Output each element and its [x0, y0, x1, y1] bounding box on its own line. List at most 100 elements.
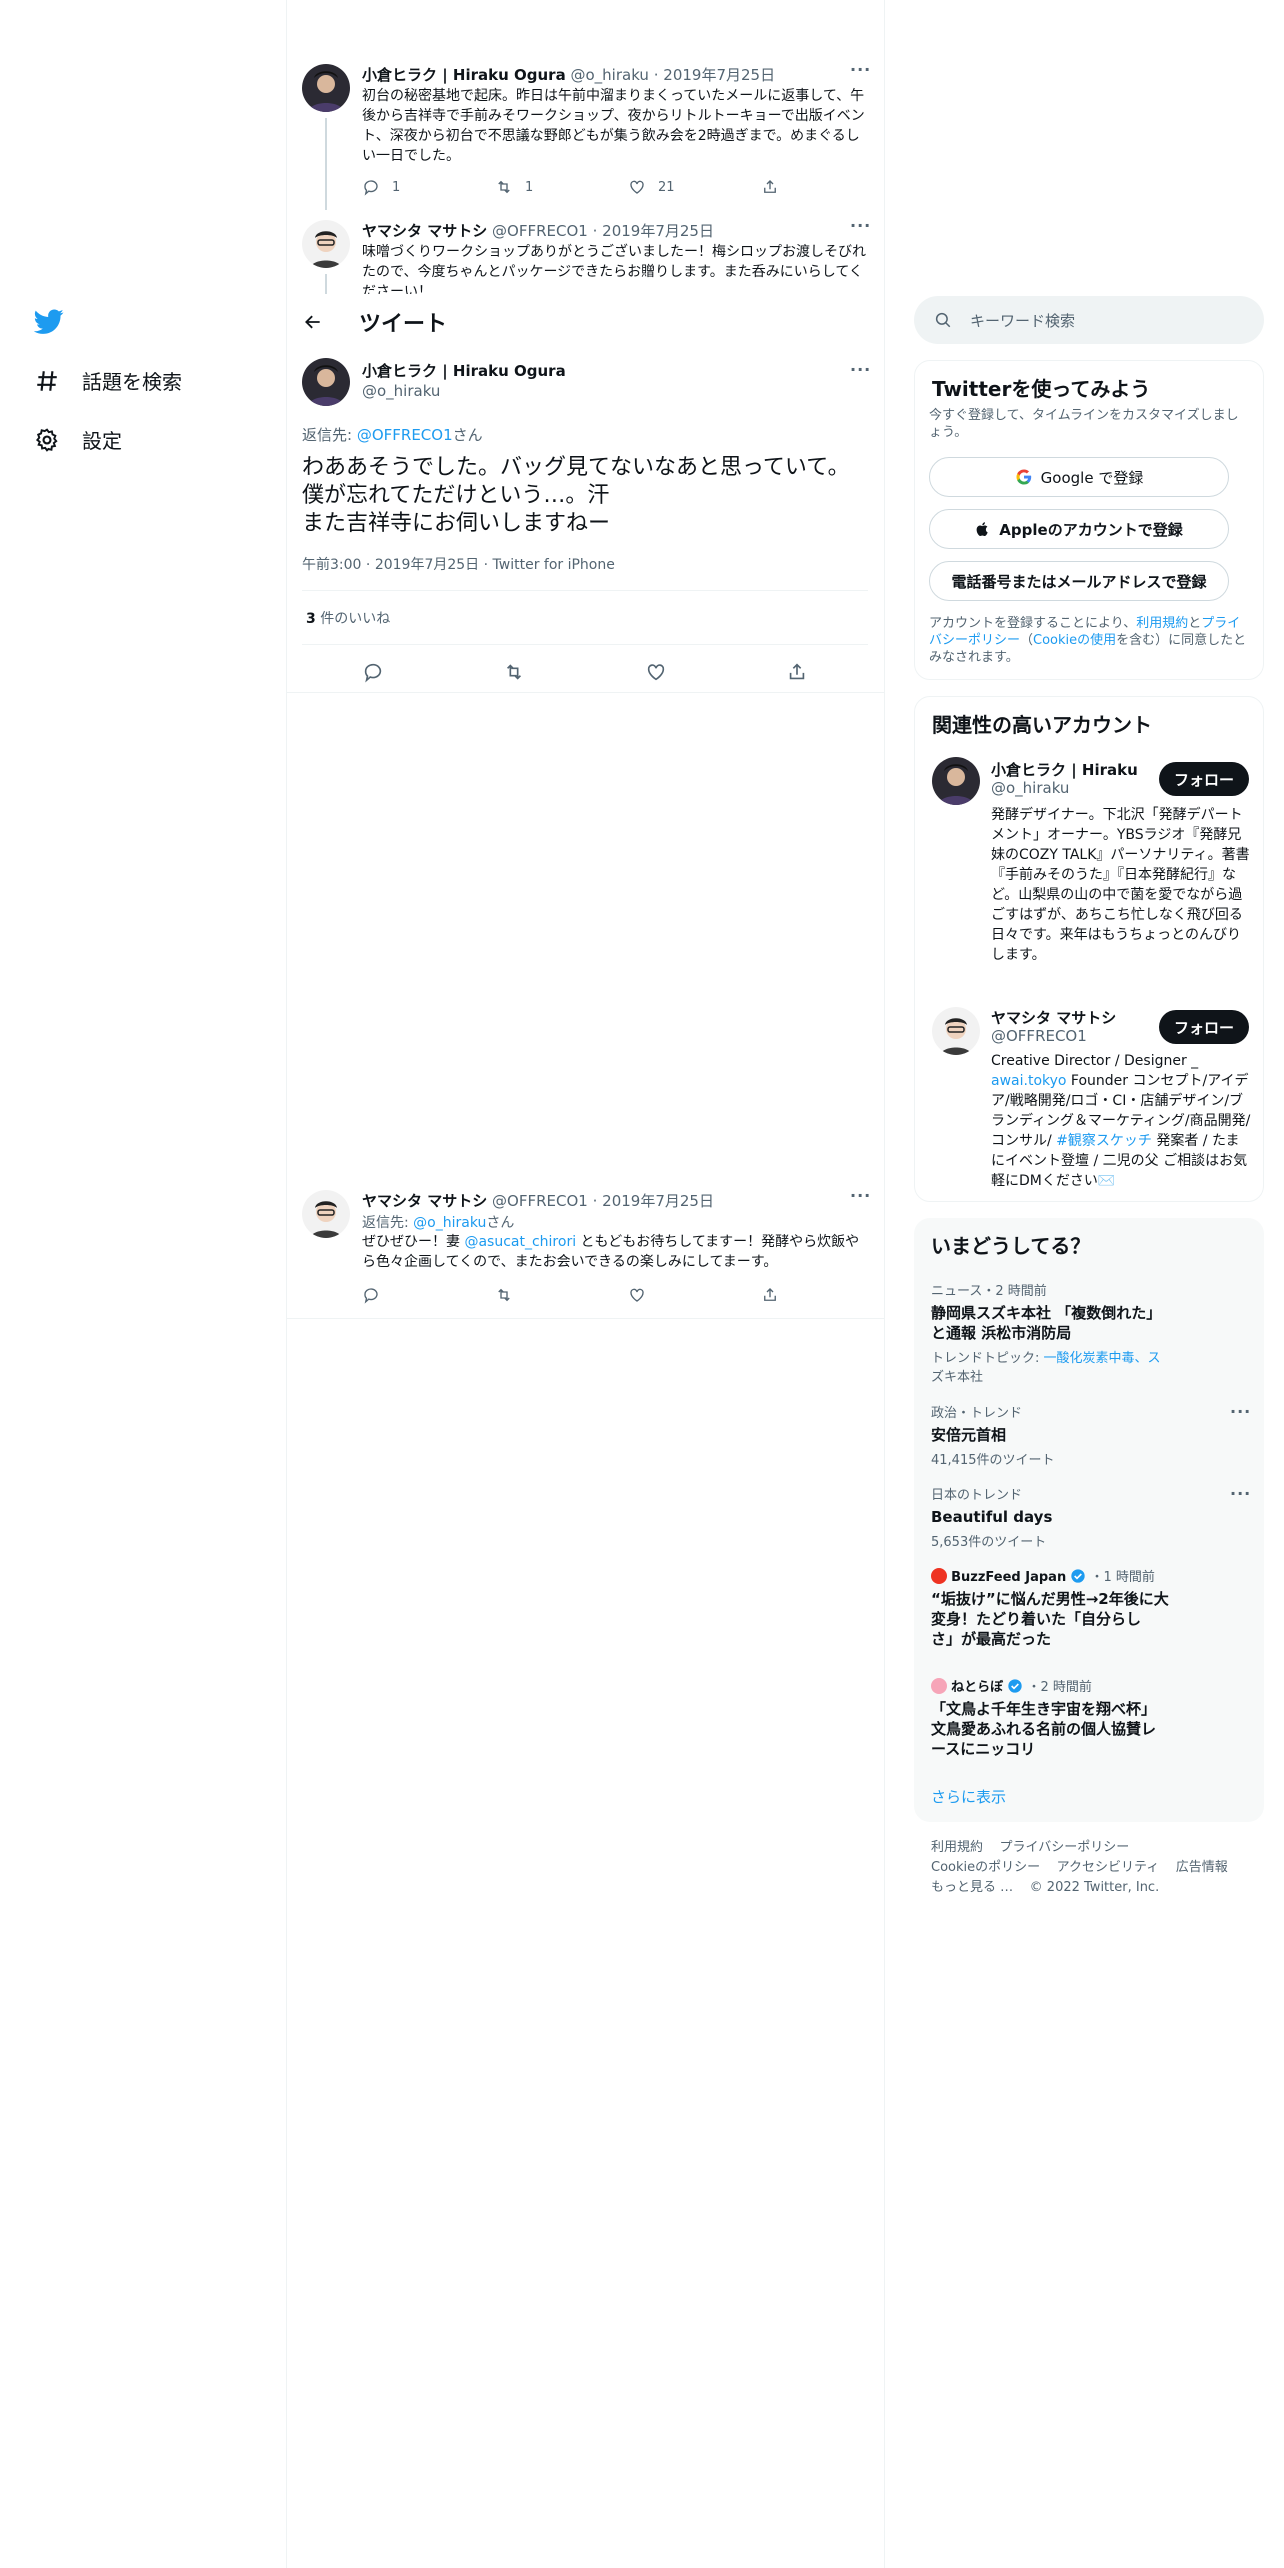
netorabo-logo-icon — [931, 1678, 947, 1694]
footer-privacy[interactable]: プライバシーポリシー — [1000, 1840, 1130, 1855]
terms-link[interactable]: 利用規約 — [1136, 616, 1188, 631]
avatar[interactable] — [302, 64, 350, 112]
tweet-timestamp: 午前3:00 · 2019年7月25日 · Twitter for iPhone — [302, 557, 615, 573]
retweet-icon — [498, 1288, 510, 1302]
handle[interactable]: @o_hiraku — [362, 382, 440, 400]
footer-ads[interactable]: 広告情報 — [1176, 1860, 1228, 1875]
trend-item[interactable]: ねとらぼ ・2 時間前 「文鳥よ千年生き宇宙を翔べ杯」 文鳥愛あふれる名前の個人… — [931, 1676, 1231, 1759]
like-button[interactable] — [628, 1286, 761, 1304]
handle[interactable]: @OFFRECO1 — [492, 1192, 588, 1210]
account-name[interactable]: ヤマシタ マサトシ — [991, 1007, 1116, 1028]
follow-button[interactable]: フォロー — [1159, 762, 1249, 796]
more-icon[interactable]: ··· — [1230, 1402, 1251, 1421]
column-divider-left — [286, 0, 287, 2568]
more-icon[interactable]: ··· — [850, 60, 871, 79]
tweet-text: 初台の秘密基地で起床。昨日は午前中溜まりまくっていたメールに返事して、午後から吉… — [362, 88, 865, 164]
trend-item[interactable]: ニュース・2 時間前 静岡県スズキ本社 「複数倒れた」 と通報 浜松市消防局 ト… — [931, 1280, 1231, 1385]
avatar[interactable] — [302, 358, 350, 406]
verified-badge-icon — [1071, 1569, 1086, 1583]
trend-item[interactable]: BuzzFeed Japan ・1 時間前 “垢抜け”に悩んだ男性→2年後に大 … — [931, 1566, 1231, 1649]
retweet-button[interactable]: 1 — [495, 178, 628, 196]
reply-mention-link[interactable]: @OFFRECO1 — [357, 426, 453, 444]
share-icon[interactable] — [786, 661, 808, 683]
gear-icon — [35, 427, 58, 452]
tweet-text: 味噌づくりワークショップありがとうございましたー！梅シロップお渡しそびれたので、… — [362, 244, 866, 294]
trends-title: いまどうしてる？ — [931, 1234, 1091, 1258]
footer-accessibility[interactable]: アクセシビリティ — [1057, 1860, 1160, 1875]
more-icon[interactable]: ··· — [850, 220, 871, 235]
google-signup-button[interactable]: Google で登録 — [929, 457, 1229, 497]
tweet-date[interactable]: 2019年7月25日 — [663, 66, 775, 84]
tweet-date[interactable]: 2019年7月25日 — [602, 222, 714, 240]
tweet-source[interactable]: Twitter for iPhone — [493, 557, 615, 573]
avatar[interactable] — [302, 220, 350, 268]
tweet-2[interactable]: ヤマシタ マサトシ @OFFRECO1 · 2019年7月25日 ··· 味噌づ… — [302, 220, 872, 294]
handle[interactable]: @o_hiraku — [570, 66, 648, 84]
display-name[interactable]: ヤマシタ マサトシ — [362, 1192, 487, 1210]
hashtag-link[interactable]: #観察スケッチ — [1056, 1133, 1152, 1149]
search-input[interactable]: キーワード検索 — [970, 310, 1075, 331]
tweet-time[interactable]: 午前3:00 — [302, 557, 361, 573]
phone-email-signup-button[interactable]: 電話番号またはメールアドレスで登録 — [929, 561, 1229, 601]
reply-context: 返信先: @OFFRECO1さん — [302, 426, 483, 444]
display-name[interactable]: 小倉ヒラク | Hiraku Ogura — [362, 66, 566, 84]
avatar[interactable] — [932, 1007, 980, 1055]
more-icon[interactable]: ··· — [850, 360, 871, 379]
display-name[interactable]: ヤマシタ マサトシ — [362, 222, 487, 240]
page-title: ツイート — [359, 312, 448, 337]
apple-signup-button[interactable]: Appleのアカウントで登録 — [929, 509, 1229, 549]
reply-icon — [364, 1288, 378, 1304]
mention-link[interactable]: @asucat_chirori — [464, 1234, 576, 1250]
footer-copyright: © 2022 Twitter, Inc. — [1029, 1880, 1160, 1895]
cookie-link[interactable]: Cookieの使用 — [1033, 633, 1116, 648]
share-button[interactable] — [761, 1286, 779, 1304]
account-bio: Creative Director / Designer _ awai.toky… — [991, 1053, 1251, 1189]
reply-mention-link[interactable]: @o_hiraku — [413, 1215, 486, 1231]
follow-button[interactable]: フォロー — [1159, 1010, 1249, 1044]
avatar[interactable] — [932, 757, 980, 805]
account-handle[interactable]: @OFFRECO1 — [991, 1027, 1087, 1045]
more-icon[interactable]: ··· — [1230, 1484, 1251, 1503]
column-divider-right — [884, 0, 885, 2568]
tweet-date[interactable]: 2019年7月25日 — [375, 557, 479, 573]
share-icon — [764, 180, 776, 193]
heart-icon[interactable] — [645, 661, 667, 683]
reply-button[interactable]: 1 — [362, 178, 495, 196]
like-button[interactable]: 21 — [628, 178, 761, 196]
likes-count[interactable]: 3 件のいいね — [306, 608, 390, 628]
avatar-yamashita-image — [302, 220, 350, 268]
avatar-yamashita-image — [932, 1007, 980, 1055]
thread-line — [325, 118, 327, 210]
signup-title: Twitterを使ってみよう — [932, 377, 1151, 401]
footer-cookie[interactable]: Cookieのポリシー — [931, 1860, 1040, 1875]
back-arrow-icon[interactable] — [303, 312, 323, 332]
page-header: ツイート — [287, 294, 884, 350]
trend-item[interactable]: 日本のトレンド Beautiful days 5,653件のツイート — [931, 1484, 1231, 1550]
tweet-text: ぜひぜひー！妻 @asucat_chirori ともどもお待ちしてますー！発酵や… — [362, 1234, 860, 1270]
show-more-link[interactable]: さらに表示 — [931, 1786, 1006, 1807]
search-bar[interactable]: キーワード検索 — [914, 296, 1264, 344]
nav-explore[interactable]: 話題を検索 — [34, 366, 182, 395]
apple-icon — [976, 522, 988, 536]
account-name[interactable]: 小倉ヒラク | Hiraku ... — [991, 759, 1141, 780]
share-button[interactable] — [761, 178, 779, 196]
account-handle[interactable]: @o_hiraku — [991, 779, 1069, 797]
retweet-button[interactable] — [495, 1286, 628, 1304]
bio-link[interactable]: awai.tokyo — [991, 1073, 1066, 1089]
nav-settings[interactable]: 設定 — [34, 425, 122, 454]
retweet-icon[interactable] — [503, 661, 525, 683]
avatar-hiraku-image — [302, 64, 350, 112]
twitter-logo-icon[interactable] — [34, 306, 64, 336]
reply-button[interactable] — [362, 1286, 495, 1304]
reply-icon[interactable] — [362, 661, 384, 683]
heart-icon — [630, 1288, 644, 1302]
display-name[interactable]: 小倉ヒラク | Hiraku Ogura — [362, 360, 566, 381]
handle[interactable]: @OFFRECO1 — [492, 222, 588, 240]
avatar[interactable] — [302, 1190, 350, 1238]
more-icon[interactable]: ··· — [850, 1186, 871, 1205]
trend-item[interactable]: 政治・トレンド 安倍元首相 41,415件のツイート — [931, 1402, 1231, 1468]
tweet-date[interactable]: 2019年7月25日 — [602, 1192, 714, 1210]
related-title: 関連性の高いアカウント — [932, 713, 1152, 737]
footer-more[interactable]: もっと見る … — [931, 1880, 1013, 1895]
footer-terms[interactable]: 利用規約 — [931, 1840, 983, 1855]
